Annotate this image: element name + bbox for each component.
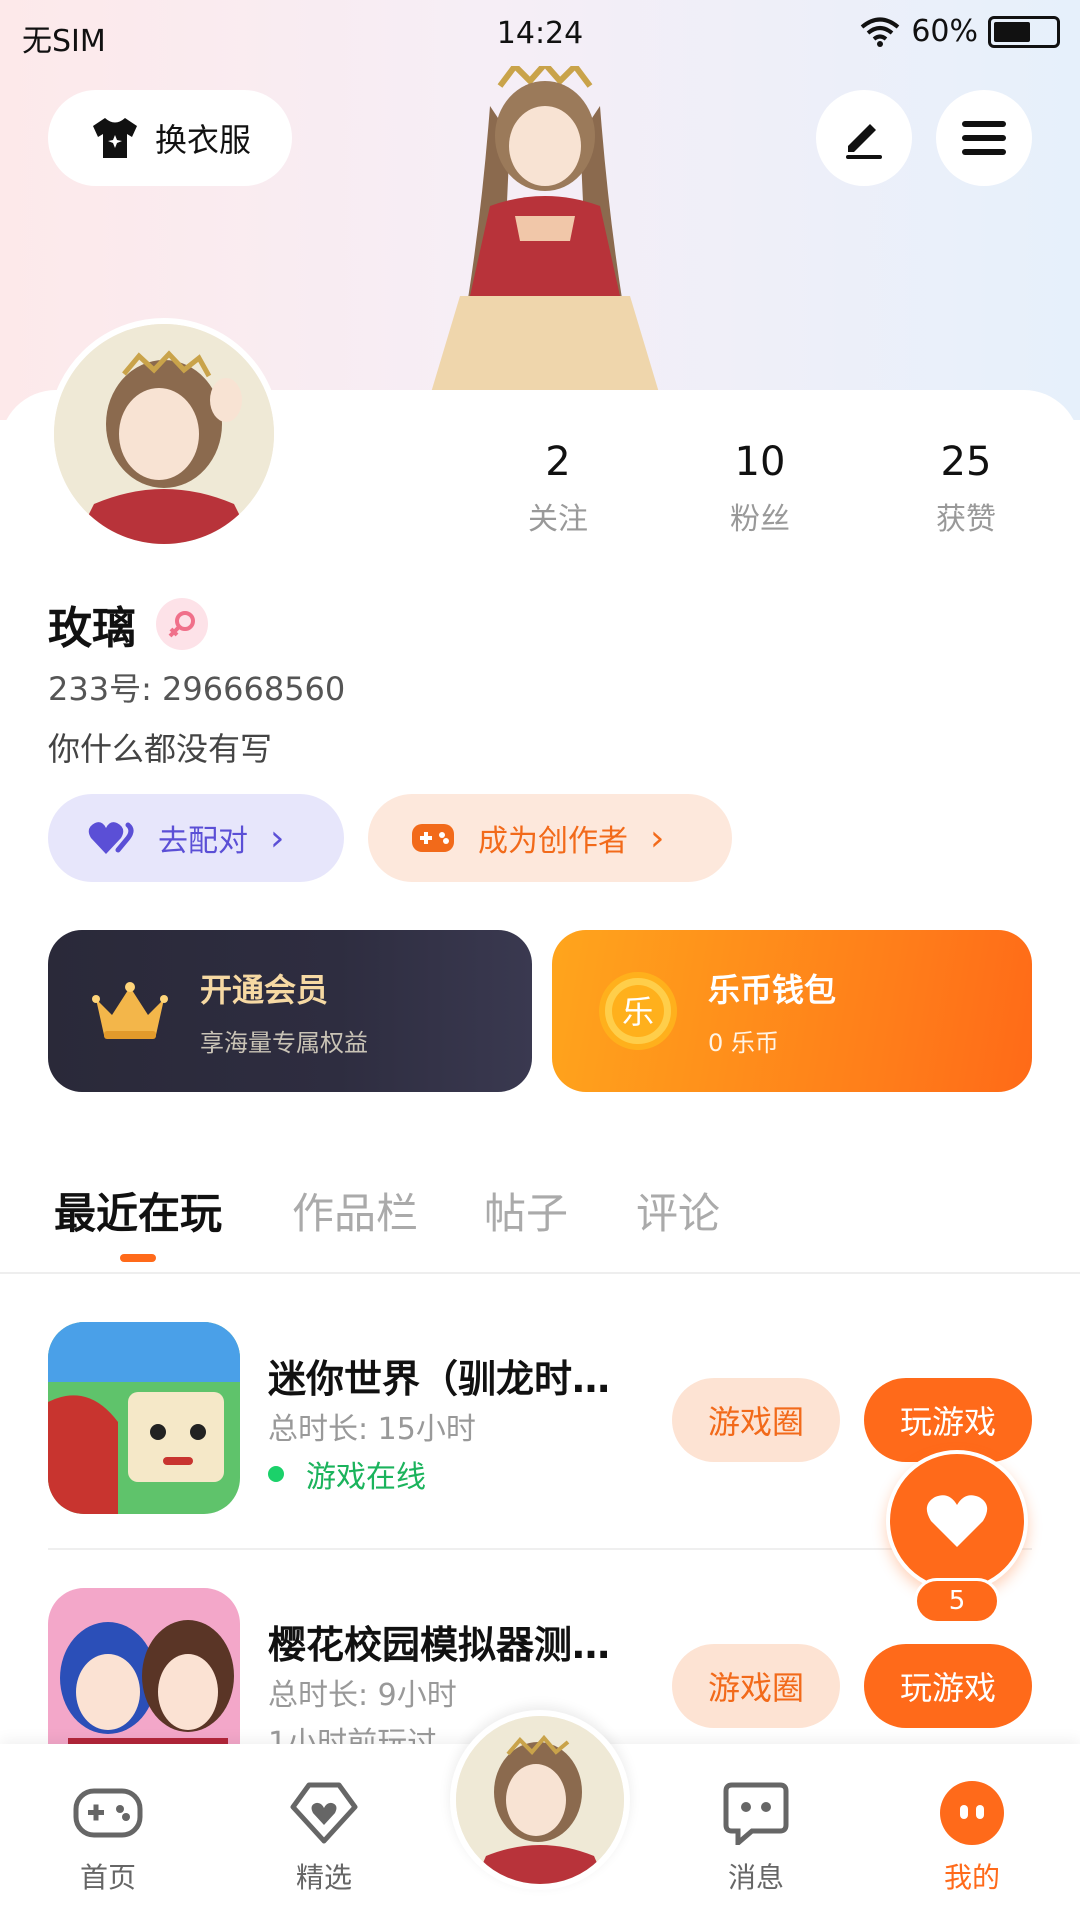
crown-icon bbox=[92, 982, 168, 1039]
dress-up-button[interactable]: 换衣服 bbox=[48, 90, 292, 186]
game-circle-button[interactable]: 游戏圈 bbox=[672, 1378, 840, 1462]
following-count: 2 bbox=[545, 439, 571, 485]
tab-recently-played[interactable]: 最近在玩 bbox=[54, 1180, 222, 1241]
vip-title: 开通会员 bbox=[200, 970, 329, 1009]
tshirt-icon bbox=[92, 118, 137, 158]
user-bio: 你什么都没有写 bbox=[48, 730, 273, 768]
user-id: 233号: 296668560 bbox=[48, 670, 346, 708]
hamburger-icon bbox=[962, 121, 1006, 155]
nav-featured-label: 精选 bbox=[295, 1861, 352, 1894]
pair-button[interactable]: 去配对 › bbox=[48, 794, 344, 882]
game-duration: 总时长: 15小时 bbox=[268, 1412, 476, 1447]
nav-home-label: 首页 bbox=[79, 1861, 136, 1894]
menu-button[interactable] bbox=[936, 90, 1032, 186]
game-circle-button[interactable]: 游戏圈 bbox=[672, 1644, 840, 1728]
tab-works[interactable]: 作品栏 bbox=[292, 1180, 418, 1241]
stat-likes[interactable]: 25 获赞 bbox=[896, 436, 1036, 538]
tab-comments[interactable]: 评论 bbox=[636, 1180, 720, 1241]
user-name: 玫璃 bbox=[48, 603, 136, 654]
coin-glyph: 乐 bbox=[622, 993, 654, 1031]
creator-label: 成为创作者 bbox=[478, 824, 628, 859]
chevron-right-icon: › bbox=[650, 817, 665, 859]
coin-icon: 乐 bbox=[599, 972, 677, 1050]
chevron-right-icon: › bbox=[270, 817, 285, 859]
wifi-icon bbox=[861, 17, 900, 47]
avatar-image bbox=[54, 324, 274, 544]
game-icon[interactable] bbox=[48, 1322, 240, 1514]
game-title: 迷你世界（驯龙时… bbox=[268, 1357, 611, 1401]
edit-profile-button[interactable] bbox=[816, 90, 912, 186]
like-fab-button[interactable] bbox=[886, 1450, 1028, 1592]
nav-messages[interactable]: 消息 bbox=[686, 1774, 826, 1896]
tabs-divider bbox=[0, 1272, 1080, 1274]
chat-bubble-icon bbox=[723, 1782, 789, 1845]
play-game-button[interactable]: 玩游戏 bbox=[864, 1378, 1032, 1462]
double-heart-icon bbox=[88, 822, 134, 854]
wallet-card[interactable]: 乐 乐币钱包 0 乐币 bbox=[552, 930, 1032, 1092]
stat-followers[interactable]: 10 粉丝 bbox=[690, 436, 830, 538]
nav-featured[interactable]: 精选 bbox=[254, 1774, 394, 1896]
nav-home[interactable]: 首页 bbox=[38, 1774, 178, 1896]
pair-label: 去配对 bbox=[158, 824, 248, 859]
gamepad-icon bbox=[73, 1788, 143, 1838]
nav-messages-label: 消息 bbox=[727, 1861, 784, 1894]
tab-posts[interactable]: 帖子 bbox=[484, 1180, 568, 1241]
game-title: 樱花校园模拟器测… bbox=[268, 1623, 611, 1667]
content-tabs: 最近在玩 作品栏 帖子 评论 bbox=[0, 1170, 1080, 1270]
active-tab-indicator bbox=[120, 1254, 156, 1262]
like-count-badge: 5 bbox=[914, 1578, 1000, 1624]
avatar-image bbox=[456, 1716, 624, 1884]
wallet-title: 乐币钱包 bbox=[708, 970, 837, 1009]
vip-card[interactable]: 开通会员 享海量专属权益 bbox=[48, 930, 532, 1092]
nav-me-label: 我的 bbox=[943, 1861, 1000, 1894]
online-dot bbox=[268, 1466, 284, 1482]
avatar-character-illustration bbox=[430, 66, 660, 396]
become-creator-button[interactable]: 成为创作者 › bbox=[368, 794, 732, 882]
game-online-status: 游戏在线 bbox=[306, 1460, 426, 1495]
battery-icon bbox=[988, 15, 1060, 48]
female-icon bbox=[156, 598, 208, 650]
likes-count: 25 bbox=[940, 439, 992, 485]
nav-me[interactable]: 我的 bbox=[902, 1774, 1042, 1896]
play-game-button[interactable]: 玩游戏 bbox=[864, 1644, 1032, 1728]
center-avatar-button[interactable] bbox=[450, 1710, 630, 1890]
profile-avatar[interactable] bbox=[48, 318, 280, 550]
stat-following[interactable]: 2 关注 bbox=[488, 436, 628, 538]
battery-percent: 60% bbox=[911, 14, 978, 49]
game-duration: 总时长: 9小时 bbox=[268, 1678, 457, 1713]
status-bar: 无SIM 14:24 60% bbox=[0, 0, 1080, 70]
pen-icon bbox=[846, 124, 882, 159]
gamepad-icon bbox=[412, 824, 454, 852]
likes-label: 获赞 bbox=[936, 502, 996, 537]
heart-gem-icon bbox=[290, 1782, 358, 1844]
following-label: 关注 bbox=[528, 502, 588, 537]
name-row: 玫璃 bbox=[48, 592, 208, 656]
row-divider bbox=[48, 1548, 1032, 1550]
smiley-face-icon bbox=[940, 1781, 1004, 1845]
dress-up-label: 换衣服 bbox=[154, 121, 251, 159]
wallet-balance: 0 乐币 bbox=[708, 1028, 779, 1057]
profile-page: 无SIM 14:24 60% 换衣服 2 关注 10 粉丝 25 获赞 玫璃 2… bbox=[0, 0, 1080, 1920]
followers-label: 粉丝 bbox=[730, 502, 790, 537]
heart-icon bbox=[926, 1495, 988, 1547]
followers-count: 10 bbox=[734, 439, 786, 485]
vip-subtitle: 享海量专属权益 bbox=[200, 1028, 368, 1057]
